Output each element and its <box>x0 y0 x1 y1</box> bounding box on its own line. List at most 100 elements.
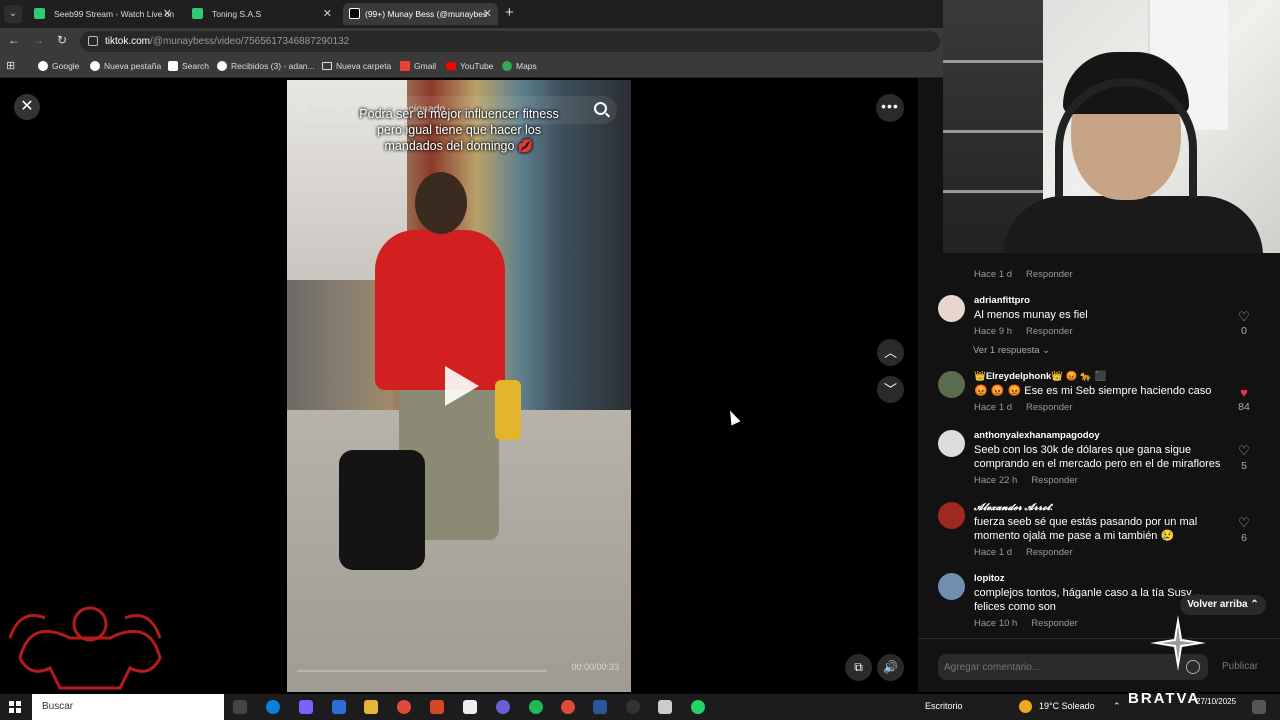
url-bar[interactable]: tiktok.com/@munaybess/video/756561734688… <box>80 31 940 52</box>
file-explorer-icon[interactable] <box>364 700 378 714</box>
comment-username[interactable]: 𝓐𝓵𝓮𝔁𝓪𝓷𝓭𝓮𝓻 𝓐𝓻𝓻𝓸𝓽. <box>974 502 1053 513</box>
comment-username[interactable]: anthonyalexhanampagodoy <box>974 430 1100 441</box>
bookmark-gmail[interactable]: Gmail <box>400 61 436 71</box>
heart-icon[interactable]: ♡ <box>1238 516 1250 529</box>
weather-text[interactable]: 19°C Soleado <box>1039 701 1095 711</box>
bookmark-google[interactable]: Google <box>38 61 79 71</box>
forward-icon[interactable]: → <box>30 33 46 47</box>
tab-seeb99-stream[interactable]: Seeb99 Stream - Watch Live on ✕ <box>26 3 178 25</box>
comment-username[interactable]: lopitoz <box>974 573 1005 584</box>
tab-search-button[interactable]: ⌄ <box>4 5 22 23</box>
volume-icon[interactable]: 🔊 <box>877 654 904 681</box>
close-icon[interactable]: ✕ <box>483 3 492 25</box>
mouse-cursor-icon <box>725 408 741 426</box>
copilot-icon[interactable] <box>299 700 313 714</box>
search-icon[interactable] <box>594 102 607 115</box>
bookmark-new-tab[interactable]: Nueva pestaña <box>90 61 161 71</box>
bookmarks-bar: ⊞ Google Nueva pestaña Search Recibidos … <box>0 55 943 78</box>
reply-link[interactable]: Responder <box>1031 618 1077 629</box>
comment-item: anthonyalexhanampagodoy Seeb con los 30k… <box>938 430 1268 490</box>
heart-icon[interactable]: ♡ <box>1238 444 1250 457</box>
whatsapp-icon[interactable] <box>691 700 705 714</box>
publish-button[interactable]: Publicar <box>1222 661 1258 672</box>
tab-label: Toning S.A.S <box>212 9 262 19</box>
reload-icon[interactable]: ↻ <box>54 33 70 47</box>
obs-icon[interactable] <box>626 700 640 714</box>
comment-item: adrianfittpro Al menos munay es fiel Hac… <box>938 295 1268 343</box>
spotify-icon[interactable] <box>529 700 543 714</box>
sun-icon <box>1019 700 1032 713</box>
task-view-icon[interactable] <box>233 700 247 714</box>
tab-tiktok[interactable]: (99+) Munay Bess (@munaybes ✕ <box>343 3 498 25</box>
reply-link[interactable]: Responder <box>1026 326 1072 337</box>
chrome-profile-icon[interactable] <box>561 700 575 714</box>
like-count: 0 <box>1241 325 1247 337</box>
discord-icon[interactable] <box>496 700 510 714</box>
tray-chevron-icon[interactable]: ⌃ <box>1113 701 1121 712</box>
comment-item: 👑Elreydelphonk👑 😡 🐆 ⬛ 😡 😡 😡 Ese es mi Se… <box>938 371 1268 419</box>
close-icon[interactable]: ✕ <box>323 3 332 25</box>
bookmark-folder[interactable]: Nueva carpeta <box>322 61 391 71</box>
reply-link[interactable]: Responder <box>1026 269 1072 280</box>
comment-text: Al menos munay es fiel <box>974 309 1088 321</box>
webcam-overlay <box>943 0 1280 253</box>
comment-username[interactable]: 👑Elreydelphonk👑 😡 🐆 ⬛ <box>974 371 1107 382</box>
webcam-background <box>943 190 1043 193</box>
windows-start-icon[interactable] <box>9 701 21 713</box>
tiktok-icon <box>349 8 360 19</box>
view-replies-link[interactable]: Ver 1 respuesta ⌄ <box>973 345 1050 356</box>
miniplayer-icon[interactable]: ⧉ <box>845 654 872 681</box>
heart-icon[interactable]: ♥ <box>1238 386 1250 399</box>
screen: ⌄ Seeb99 Stream - Watch Live on ✕ Toning… <box>0 0 1280 720</box>
avatar[interactable] <box>938 371 965 398</box>
notification-icon[interactable] <box>1252 700 1266 714</box>
muscle-logo-icon <box>8 606 162 690</box>
bookmark-search[interactable]: Search <box>168 61 209 71</box>
video-time: 00:00/00:33 <box>571 662 619 672</box>
play-icon[interactable] <box>445 366 479 406</box>
back-icon[interactable]: ← <box>6 33 22 47</box>
avatar[interactable] <box>938 502 965 529</box>
avatar[interactable] <box>938 573 965 600</box>
video-player[interactable]: Buscar contenido relacionado Podrá ser e… <box>287 80 631 692</box>
video-figure <box>495 380 521 440</box>
star-logo-icon <box>1150 615 1206 671</box>
back-to-top-button[interactable]: Volver arriba ⌃ <box>1180 595 1266 615</box>
comment-username[interactable]: adrianfittpro <box>974 295 1030 306</box>
close-video-button[interactable]: ✕ <box>14 94 40 120</box>
app-icon[interactable] <box>658 700 672 714</box>
avatar[interactable] <box>938 430 965 457</box>
powerpoint-icon[interactable] <box>430 700 444 714</box>
reply-link[interactable]: Responder <box>1026 402 1072 413</box>
new-tab-button[interactable]: + <box>505 4 514 21</box>
taskbar: Buscar Escritorio 19°C Soleado ⌃ 27/10/2… <box>0 694 1280 720</box>
folder-icon <box>322 62 332 70</box>
tab-toning[interactable]: Toning S.A.S ✕ <box>184 3 338 25</box>
avatar[interactable] <box>938 295 965 322</box>
chrome-icon[interactable] <box>397 700 411 714</box>
more-options-button[interactable]: ••• <box>876 94 904 122</box>
site-info-icon[interactable] <box>88 36 98 46</box>
bookmark-inbox[interactable]: Recibidos (3) - adan... <box>217 61 315 71</box>
reply-link[interactable]: Responder <box>1026 547 1072 558</box>
outlook-icon[interactable] <box>332 700 346 714</box>
bookmark-maps[interactable]: Maps <box>502 61 537 71</box>
edge-icon[interactable] <box>266 700 280 714</box>
webcam-background <box>943 60 1043 63</box>
document-icon[interactable] <box>463 700 477 714</box>
gmail-icon <box>400 61 410 71</box>
heart-icon[interactable]: ♡ <box>1238 310 1250 323</box>
video-figure <box>339 450 425 570</box>
reply-link[interactable]: Responder <box>1031 475 1077 486</box>
desktop-label[interactable]: Escritorio <box>925 701 963 711</box>
taskbar-search[interactable]: Buscar <box>32 694 224 720</box>
video-progress-bar[interactable] <box>297 670 547 672</box>
bookmark-youtube[interactable]: YouTube <box>446 61 493 71</box>
apps-grid-icon[interactable]: ⊞ <box>6 59 15 72</box>
clock[interactable]: 27/10/2025 <box>1196 696 1236 707</box>
next-video-button[interactable]: ﹀ <box>877 376 904 403</box>
comment-meta: Hace 9 h Responder <box>974 326 1073 337</box>
word-icon[interactable] <box>593 700 607 714</box>
previous-video-button[interactable]: ︿ <box>877 339 904 366</box>
close-icon[interactable]: ✕ <box>163 3 172 25</box>
